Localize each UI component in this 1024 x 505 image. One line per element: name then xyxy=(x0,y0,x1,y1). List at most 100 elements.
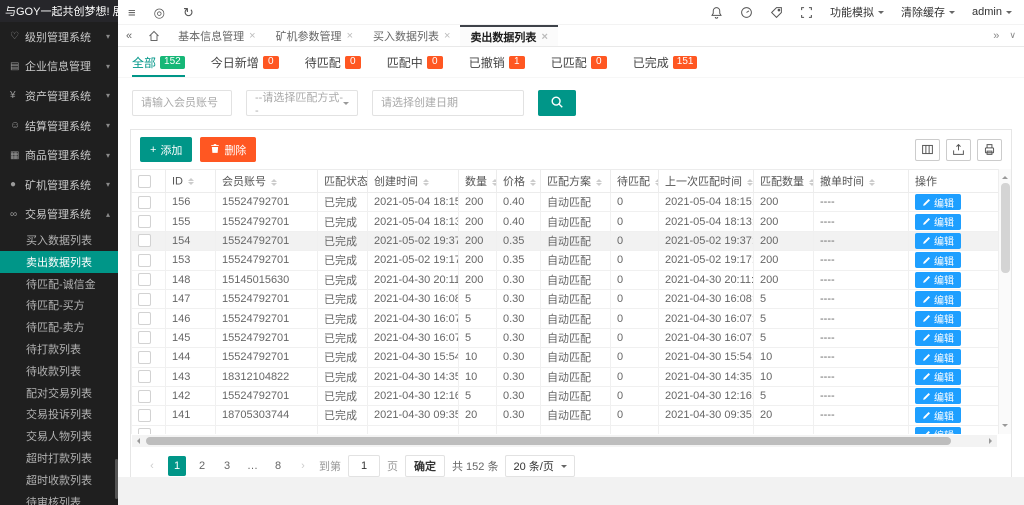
globe-icon[interactable]: ◎ xyxy=(154,6,165,19)
sort-icon[interactable] xyxy=(271,176,277,189)
admin-dropdown[interactable]: admin xyxy=(972,6,1012,18)
home-icon[interactable] xyxy=(140,25,168,46)
close-icon[interactable]: × xyxy=(541,31,547,43)
sidebar-menu-item[interactable]: ♡级别管理系统▾ xyxy=(0,22,118,52)
sort-icon[interactable] xyxy=(596,176,602,189)
vertical-scroll-thumb[interactable] xyxy=(1001,183,1010,273)
gauge-icon[interactable] xyxy=(740,6,753,19)
tab-1[interactable]: 基本信息管理× xyxy=(168,25,265,46)
sidebar-menu-item[interactable]: ●矿机管理系统▾ xyxy=(0,170,118,200)
next-page-button[interactable]: › xyxy=(294,456,312,476)
row-checkbox[interactable] xyxy=(138,351,151,364)
menu-toggle-icon[interactable]: ≡ xyxy=(128,6,136,19)
sidebar-menu-item[interactable]: ▦商品管理系统▾ xyxy=(0,140,118,170)
row-checkbox[interactable] xyxy=(138,312,151,325)
edit-button[interactable]: 编辑 xyxy=(915,291,961,307)
sidebar-menu-item[interactable]: ∞交易管理系统▴ xyxy=(0,200,118,230)
sidebar-item-9[interactable]: 交易投诉列表 xyxy=(0,404,118,426)
bell-icon[interactable] xyxy=(710,6,723,19)
row-checkbox[interactable] xyxy=(138,234,151,247)
vertical-scrollbar[interactable] xyxy=(998,169,1011,434)
delete-button[interactable]: 删除 xyxy=(200,137,256,162)
tab-4[interactable]: 卖出数据列表× xyxy=(460,25,557,46)
sidebar-item-11[interactable]: 超时打款列表 xyxy=(0,447,118,469)
sidebar-item-12[interactable]: 超时收款列表 xyxy=(0,469,118,491)
row-checkbox[interactable] xyxy=(138,273,151,286)
row-checkbox[interactable] xyxy=(138,196,151,209)
confirm-button[interactable]: 确定 xyxy=(405,455,445,477)
tab-2[interactable]: 矿机参数管理× xyxy=(266,25,363,46)
edit-button[interactable]: 编辑 xyxy=(915,311,961,327)
scroll-right-icon[interactable] xyxy=(989,438,995,444)
tab-3[interactable]: 买入数据列表× xyxy=(363,25,460,46)
close-icon[interactable]: × xyxy=(444,30,450,42)
scroll-up-icon[interactable] xyxy=(1002,173,1008,179)
edit-button[interactable]: 编辑 xyxy=(915,427,961,434)
add-button[interactable]: + 添加 xyxy=(140,137,192,162)
filter-tab-6[interactable]: 已匹配0 xyxy=(551,57,607,77)
page-number-1[interactable]: 1 xyxy=(168,456,186,476)
edit-button[interactable]: 编辑 xyxy=(915,407,961,423)
select-all-checkbox[interactable] xyxy=(138,175,151,188)
edit-button[interactable]: 编辑 xyxy=(915,369,961,385)
edit-button[interactable]: 编辑 xyxy=(915,194,961,210)
scroll-left-icon[interactable] xyxy=(134,438,140,444)
print-icon[interactable] xyxy=(977,139,1002,161)
prev-page-button[interactable]: ‹ xyxy=(143,456,161,476)
fullscreen-icon[interactable] xyxy=(800,6,813,19)
columns-filter-icon[interactable] xyxy=(915,139,940,161)
edit-button[interactable]: 编辑 xyxy=(915,330,961,346)
filter-tab-5[interactable]: 已撤销1 xyxy=(469,57,525,77)
sort-icon[interactable] xyxy=(188,175,194,188)
sidebar-item-13[interactable]: 待审核列表 xyxy=(0,491,118,505)
search-button[interactable] xyxy=(538,90,576,116)
edit-button[interactable]: 编辑 xyxy=(915,214,961,230)
sidebar-item-3[interactable]: 待匹配-诚信金 xyxy=(0,273,118,295)
row-checkbox[interactable] xyxy=(138,390,151,403)
refresh-icon[interactable]: ↻ xyxy=(183,6,194,19)
page-number-3[interactable]: 3 xyxy=(218,456,236,476)
sidebar-item-6[interactable]: 待打款列表 xyxy=(0,338,118,360)
row-checkbox[interactable] xyxy=(138,370,151,383)
tag-icon[interactable] xyxy=(770,6,783,19)
sort-icon[interactable] xyxy=(869,176,875,189)
function-simulate-dropdown[interactable]: 功能模拟 xyxy=(830,4,884,20)
expand-right-icon[interactable]: » xyxy=(993,30,999,42)
sidebar-item-10[interactable]: 交易人物列表 xyxy=(0,425,118,447)
sidebar-menu-item[interactable]: ▤企业信息管理▾ xyxy=(0,52,118,82)
filter-tab-3[interactable]: 待匹配0 xyxy=(305,57,361,77)
page-number-8[interactable]: 8 xyxy=(269,456,287,476)
row-checkbox[interactable] xyxy=(138,254,151,267)
edit-button[interactable]: 编辑 xyxy=(915,272,961,288)
sidebar-item-1[interactable]: 买入数据列表 xyxy=(0,229,118,251)
filter-tab-4[interactable]: 匹配中0 xyxy=(387,57,443,77)
edit-button[interactable]: 编辑 xyxy=(915,252,961,268)
sidebar-item-4[interactable]: 待匹配-买方 xyxy=(0,295,118,317)
sort-icon[interactable] xyxy=(492,176,497,189)
edit-button[interactable]: 编辑 xyxy=(915,388,961,404)
row-checkbox[interactable] xyxy=(138,331,151,344)
sort-icon[interactable] xyxy=(809,176,814,189)
filter-tab-2[interactable]: 今日新增0 xyxy=(211,57,279,77)
sidebar-item-5[interactable]: 待匹配-卖方 xyxy=(0,316,118,338)
filter-tab-7[interactable]: 已完成151 xyxy=(633,57,698,77)
export-icon[interactable] xyxy=(946,139,971,161)
sort-icon[interactable] xyxy=(747,176,753,189)
edit-button[interactable]: 编辑 xyxy=(915,349,961,365)
horizontal-scrollbar[interactable] xyxy=(132,435,997,447)
sidebar-item-7[interactable]: 待收款列表 xyxy=(0,360,118,382)
sort-icon[interactable] xyxy=(655,176,659,189)
account-input[interactable] xyxy=(132,90,232,116)
collapse-left-icon[interactable]: « xyxy=(118,25,140,46)
sort-icon[interactable] xyxy=(530,176,536,189)
per-page-select[interactable]: 20 条/页 xyxy=(505,455,574,477)
sidebar-scrollbar[interactable] xyxy=(115,459,118,499)
sidebar-item-8[interactable]: 配对交易列表 xyxy=(0,382,118,404)
row-checkbox[interactable] xyxy=(138,215,151,228)
tabs-more-icon[interactable]: ∨ xyxy=(1009,30,1016,41)
sidebar-menu-item[interactable]: ¥资产管理系统▾ xyxy=(0,81,118,111)
page-number-2[interactable]: 2 xyxy=(193,456,211,476)
create-date-input[interactable] xyxy=(372,90,524,116)
clear-cache-dropdown[interactable]: 清除缓存 xyxy=(901,4,955,20)
sidebar-item-2[interactable]: 卖出数据列表 xyxy=(0,251,118,273)
